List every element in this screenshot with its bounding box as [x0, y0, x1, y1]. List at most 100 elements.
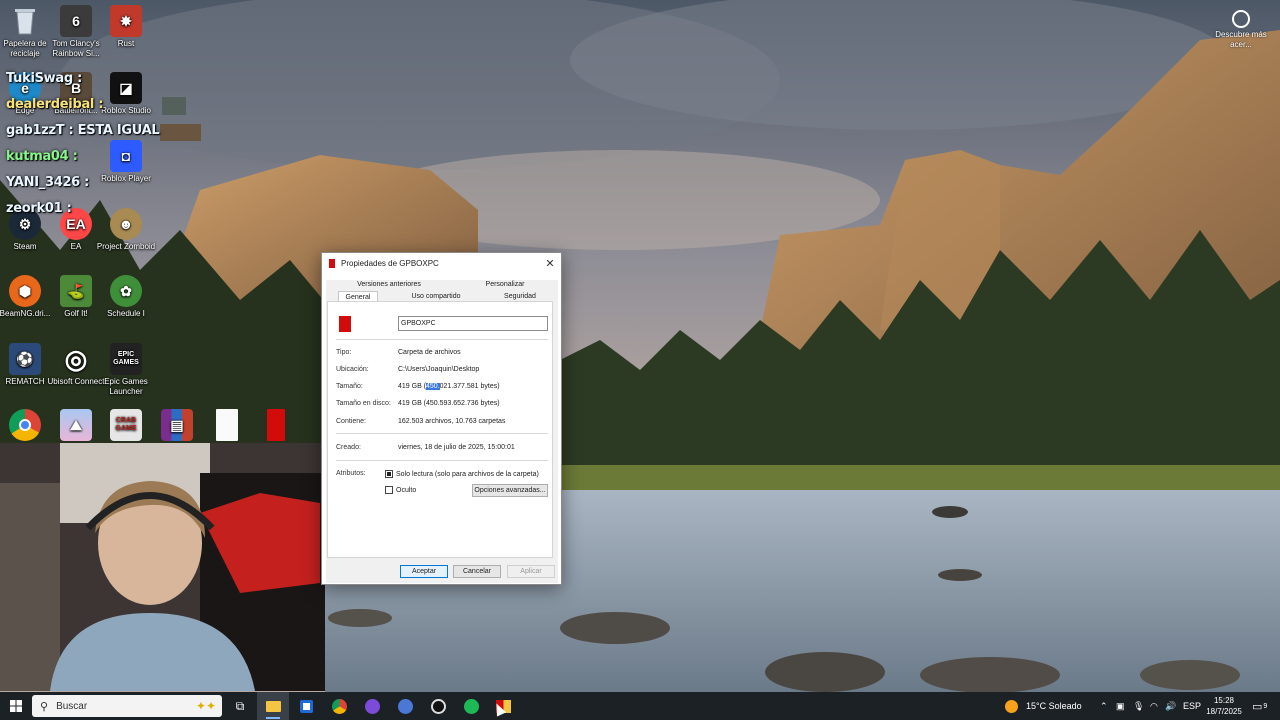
- red-folder-icon: [267, 409, 285, 441]
- desktop-icon-label: Tom Clancy's Rainbow Si...: [52, 39, 100, 58]
- tab-uso-compartido[interactable]: Uso compartido: [406, 293, 466, 300]
- discover-more-label: Descubre más acer...: [1215, 30, 1267, 49]
- readonly-checkbox[interactable]: [385, 470, 393, 478]
- tab-versiones-anteriores[interactable]: Versiones anteriores: [354, 281, 424, 288]
- tamano-suffix: 021.377.581 bytes): [439, 383, 500, 390]
- taskbar-app[interactable]: [389, 692, 421, 720]
- notifications-button[interactable]: ▭ 9: [1252, 692, 1267, 720]
- roblox-player-icon: ◘: [110, 140, 142, 172]
- winrar-icon: ▤: [161, 409, 193, 441]
- notification-icon: ▭: [1252, 700, 1263, 713]
- discover-more-button[interactable]: Descubre más acer...: [1215, 10, 1267, 50]
- rust-icon: ✸: [110, 5, 142, 37]
- microsoft-store-icon: [299, 699, 313, 713]
- speaker-icon: 🔊: [1165, 700, 1177, 711]
- contiene-label: Contiene:: [336, 418, 366, 425]
- taskbar-spotify[interactable]: [455, 692, 487, 720]
- desktop-icon-label: Schedule I: [107, 309, 145, 318]
- desktop-icon-label: Project Zomboid: [96, 242, 156, 251]
- blank-file-icon: [216, 409, 238, 441]
- desktop-icon-red-folder[interactable]: [246, 409, 306, 443]
- ubisoft-icon: ◎: [64, 344, 88, 374]
- notification-count: 9: [1263, 702, 1268, 710]
- desktop-icon-rust[interactable]: ✸ Rust: [96, 5, 156, 49]
- separator: [336, 433, 548, 434]
- rainbow-six-icon: 6: [60, 5, 92, 37]
- language-indicator[interactable]: ESP: [1183, 692, 1201, 720]
- weather-label: 15°C Soleado: [1026, 701, 1082, 711]
- crab-game-icon: CRAB GAME: [110, 409, 142, 441]
- language-label: ESP: [1183, 701, 1202, 711]
- chat-message: TukiSwag :: [6, 71, 82, 86]
- accept-button[interactable]: Aceptar: [400, 565, 448, 578]
- golf-it-icon: ⛳: [60, 275, 92, 307]
- chat-message: YANI_3426 :: [6, 175, 90, 190]
- wifi-icon: ◠: [1150, 700, 1158, 711]
- tray-overflow-button[interactable]: ⌃: [1100, 692, 1108, 720]
- dialog-title: Propiedades de GPBOXPC: [341, 258, 439, 268]
- tray-icon[interactable]: ▣: [1116, 692, 1125, 720]
- task-view-icon: ⧉: [235, 698, 245, 713]
- desktop-icon-epic-games[interactable]: EPIC GAMES Epic Games Launcher: [96, 343, 156, 397]
- taskbar-discord[interactable]: [356, 692, 388, 720]
- rematch-icon: ⚽: [9, 343, 41, 375]
- clock-time: 15:28: [1213, 696, 1235, 705]
- taskbar-microsoft-store[interactable]: [290, 692, 322, 720]
- thumbnail-image: [160, 124, 201, 141]
- desktop-icon-label: Golf It!: [64, 309, 88, 318]
- search-highlight-icon: ✦✦: [195, 699, 216, 713]
- tamano-disco-label: Tamaño en disco:: [336, 400, 391, 407]
- hidden-label: Oculto: [396, 487, 417, 494]
- hidden-checkbox[interactable]: [385, 486, 393, 494]
- discord-icon: [364, 698, 380, 714]
- desktop-icon-label: Papelera de reciclaje: [3, 39, 47, 58]
- taskbar-chrome[interactable]: [323, 692, 355, 720]
- general-tab-content: GPBOXPC Tipo: Carpeta de archivos Ubicac…: [327, 301, 553, 558]
- desktop-icon-label: Epic Games Launcher: [104, 377, 148, 396]
- desktop-icon-schedule-one[interactable]: ✿ Schedule I: [96, 275, 156, 319]
- tamano-label: Tamaño:: [336, 383, 363, 390]
- folder-icon: [329, 258, 335, 268]
- desktop-icon-label: Steam: [13, 242, 37, 251]
- taskbar-search-box[interactable]: ⚲ Buscar ✦✦: [32, 695, 222, 717]
- clock[interactable]: 15:28 18/7/2025: [1204, 692, 1244, 720]
- task-view-button[interactable]: ⧉: [224, 692, 256, 720]
- windows-logo-icon: [10, 700, 22, 712]
- close-button[interactable]: ✕: [539, 257, 561, 270]
- thumbnail-image: [162, 97, 186, 115]
- volume-button[interactable]: 🔊: [1165, 692, 1176, 720]
- app-icon: ⛰: [60, 409, 92, 441]
- desktop-icon-roblox-studio[interactable]: ◪ Roblox Studio: [96, 72, 156, 116]
- taskbar-obs[interactable]: [422, 692, 454, 720]
- tab-personalizar[interactable]: Personalizar: [481, 281, 529, 288]
- start-button[interactable]: [0, 692, 32, 720]
- tipo-value: Carpeta de archivos: [398, 349, 461, 356]
- ubicacion-label: Ubicación:: [336, 366, 369, 373]
- taskbar: ⚲ Buscar ✦✦ ⧉ 15°C Soleado ⌃ ▣ 🎙 ◠ 🔊 ESP…: [0, 692, 1280, 720]
- tab-seguridad[interactable]: Seguridad: [500, 293, 540, 300]
- apply-button[interactable]: Aplicar: [507, 565, 555, 578]
- sun-icon: [1005, 699, 1018, 713]
- weather-widget[interactable]: 15°C Soleado: [1005, 692, 1082, 720]
- chevron-up-icon: ⌃: [1100, 700, 1108, 711]
- app-tray-icon: ▣: [1116, 700, 1125, 711]
- desktop-icon-roblox-player[interactable]: ◘ Roblox Player: [96, 140, 156, 184]
- folder-name-field[interactable]: GPBOXPC: [398, 316, 548, 331]
- atributos-label: Atributos:: [336, 470, 366, 477]
- dialog-titlebar[interactable]: Propiedades de GPBOXPC ✕: [322, 253, 561, 273]
- chrome-icon: [9, 409, 41, 441]
- chrome-icon: [331, 698, 347, 714]
- advanced-options-button[interactable]: Opciones avanzadas...: [472, 484, 548, 497]
- network-button[interactable]: ◠: [1150, 692, 1158, 720]
- cancel-button[interactable]: Cancelar: [453, 565, 501, 578]
- spotify-icon: [463, 698, 479, 714]
- webcam-overlay: [0, 443, 325, 691]
- roblox-studio-icon: ◪: [110, 72, 142, 104]
- readonly-label: Solo lectura (solo para archivos de la c…: [396, 471, 539, 478]
- separator: [336, 460, 548, 461]
- taskbar-file-explorer[interactable]: [257, 692, 289, 720]
- contiene-value: 162.503 archivos, 10.763 carpetas: [398, 418, 506, 425]
- separator: [336, 339, 548, 340]
- microphone-button[interactable]: 🎙: [1133, 692, 1144, 720]
- desktop-icon-project-zomboid[interactable]: ☻ Project Zomboid: [96, 208, 156, 252]
